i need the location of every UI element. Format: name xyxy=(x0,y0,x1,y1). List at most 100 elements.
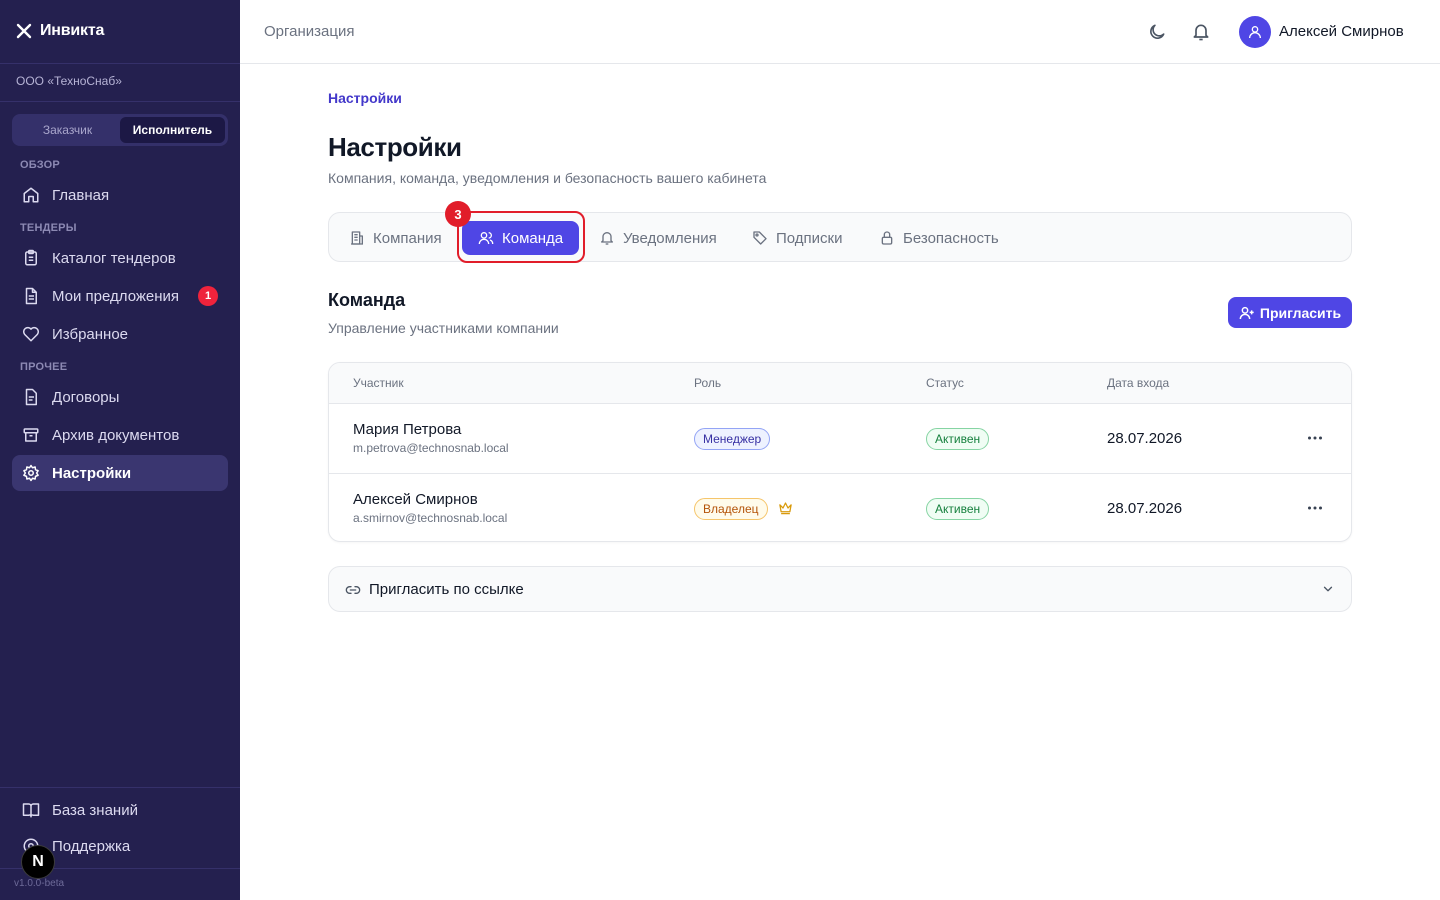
tab-company[interactable]: Компания xyxy=(349,221,442,255)
member-email: m.petrova@technosnab.local xyxy=(353,441,509,455)
member-email: a.smirnov@technosnab.local xyxy=(353,511,508,525)
sidebar-item-label: Избранное xyxy=(52,325,129,343)
moon-icon xyxy=(1150,24,1165,39)
close-x-icon xyxy=(16,23,32,39)
login-date: 28.07.2026 xyxy=(1107,430,1183,447)
crown-icon xyxy=(779,502,792,515)
more-horizontal-icon xyxy=(1308,506,1322,510)
sidebar-item-my-offers[interactable]: Мои предложения 1 xyxy=(12,278,228,314)
sidebar-item-label: Договоры xyxy=(52,388,120,406)
table-row: Алексей Смирнов a.smirnov@technosnab.loc… xyxy=(329,473,1351,541)
tab-label: Безопасность xyxy=(903,229,999,247)
notifications-button[interactable] xyxy=(1189,20,1213,44)
tab-security[interactable]: Безопасность xyxy=(879,221,999,255)
topbar-title: Организация xyxy=(264,23,355,40)
breadcrumb[interactable]: Настройки xyxy=(328,90,402,106)
org-name[interactable]: ООО «ТехноСнаб» xyxy=(16,74,122,88)
user-icon xyxy=(1249,26,1261,39)
chevron-down-icon xyxy=(1323,586,1333,592)
table-row: Мария Петрова m.petrova@technosnab.local… xyxy=(329,404,1351,473)
user-name[interactable]: Алексей Смирнов xyxy=(1279,23,1404,40)
sidebar-item-favorites[interactable]: Избранное xyxy=(12,316,228,352)
sidebar-divider xyxy=(0,63,240,64)
row-actions-button[interactable] xyxy=(1305,428,1325,448)
tag-icon xyxy=(753,231,767,245)
page-subtitle: Компания, команда, уведомления и безопас… xyxy=(328,170,767,186)
tab-subscriptions[interactable]: Подписки xyxy=(752,221,843,255)
brand-logo[interactable]: Инвикта xyxy=(16,20,104,42)
sidebar-item-label: База знаний xyxy=(52,801,138,819)
nav-section-overview: ОБЗОР xyxy=(20,159,60,171)
role-badge: Менеджер xyxy=(694,428,771,450)
team-table: Участник Роль Статус Дата входа Мария Пе… xyxy=(328,362,1352,542)
clipboard-icon xyxy=(25,249,37,266)
avatar[interactable] xyxy=(1239,16,1271,48)
team-section-title: Команда xyxy=(328,290,406,310)
column-header-role: Роль xyxy=(694,376,722,390)
sidebar-item-label: Каталог тендеров xyxy=(52,249,176,267)
n-badge-button[interactable]: N xyxy=(21,845,55,879)
sidebar-item-label: Поддержка xyxy=(52,837,131,855)
member-name: Алексей Смирнов xyxy=(353,491,478,508)
link-icon xyxy=(345,586,361,594)
invite-button[interactable]: Пригласить xyxy=(1228,297,1352,328)
tab-label: Подписки xyxy=(776,229,843,247)
app-version: v1.0.0-beta xyxy=(14,878,65,889)
heart-icon xyxy=(22,326,40,342)
sidebar-item-knowledge-base[interactable]: База знаний xyxy=(12,792,228,828)
tab-team[interactable]: Команда xyxy=(462,221,580,255)
step-number-badge: 3 xyxy=(445,201,471,227)
offers-count-badge: 1 xyxy=(198,286,218,306)
theme-toggle-button[interactable] xyxy=(1145,20,1169,44)
column-header-login-date: Дата входа xyxy=(1107,376,1170,390)
tab-label: Команда xyxy=(502,229,564,247)
gear-icon xyxy=(23,464,39,482)
sidebar-item-tender-catalog[interactable]: Каталог тендеров xyxy=(12,240,228,276)
invite-by-link-accordion[interactable]: Пригласить по ссылке xyxy=(328,566,1352,612)
sidebar-item-home[interactable]: Главная xyxy=(12,177,228,213)
status-badge: Активен xyxy=(926,428,990,450)
sidebar-divider xyxy=(0,101,240,102)
login-date: 28.07.2026 xyxy=(1107,500,1183,517)
nav-section-other: ПРОЧЕЕ xyxy=(20,361,68,373)
page-title: Настройки xyxy=(328,132,462,162)
tab-notifications[interactable]: Уведомления xyxy=(599,221,717,255)
sidebar: Инвикта ООО «ТехноСнаб» Заказчик Исполни… xyxy=(0,0,240,900)
row-actions-button[interactable] xyxy=(1305,498,1325,518)
team-section-subtitle: Управление участниками компании xyxy=(328,320,559,336)
document-icon xyxy=(25,287,37,305)
invite-button-label: Пригласить xyxy=(1259,304,1342,321)
brand-name: Инвикта xyxy=(40,22,105,39)
sidebar-item-label: Архив документов xyxy=(52,426,180,444)
lock-icon xyxy=(881,231,893,245)
bell-icon xyxy=(601,232,613,245)
building-icon xyxy=(351,231,363,245)
sidebar-item-settings[interactable]: Настройки xyxy=(12,455,228,491)
sidebar-item-label: Мои предложения xyxy=(52,287,180,305)
sidebar-item-label: Настройки xyxy=(52,464,132,482)
users-icon xyxy=(478,232,494,245)
user-plus-icon xyxy=(1239,306,1254,319)
more-horizontal-icon xyxy=(1308,436,1322,440)
settings-tabs: Компания Команда Уведомления Подписки Бе… xyxy=(328,212,1352,262)
role-option-contractor[interactable]: Исполнитель xyxy=(120,117,225,143)
sidebar-divider xyxy=(0,787,240,788)
book-icon xyxy=(22,803,40,818)
home-icon xyxy=(23,187,39,203)
topbar: Организация Алексей Смирнов xyxy=(240,0,1440,64)
invite-by-link-label: Пригласить по ссылке xyxy=(369,581,524,598)
tab-label: Уведомления xyxy=(623,229,717,247)
sidebar-item-contracts[interactable]: Договоры xyxy=(12,379,228,415)
tab-label: Компания xyxy=(373,229,442,247)
role-option-customer[interactable]: Заказчик xyxy=(15,117,120,143)
role-badge: Владелец xyxy=(694,498,768,520)
column-header-member: Участник xyxy=(353,376,404,390)
nav-section-tenders: ТЕНДЕРЫ xyxy=(20,222,77,234)
bell-icon xyxy=(1193,24,1209,41)
column-header-status: Статус xyxy=(926,376,964,390)
contract-icon xyxy=(25,388,37,406)
member-name: Мария Петрова xyxy=(353,421,462,438)
archive-icon xyxy=(23,428,39,442)
sidebar-item-label: Главная xyxy=(52,186,110,204)
sidebar-item-archive[interactable]: Архив документов xyxy=(12,417,228,453)
